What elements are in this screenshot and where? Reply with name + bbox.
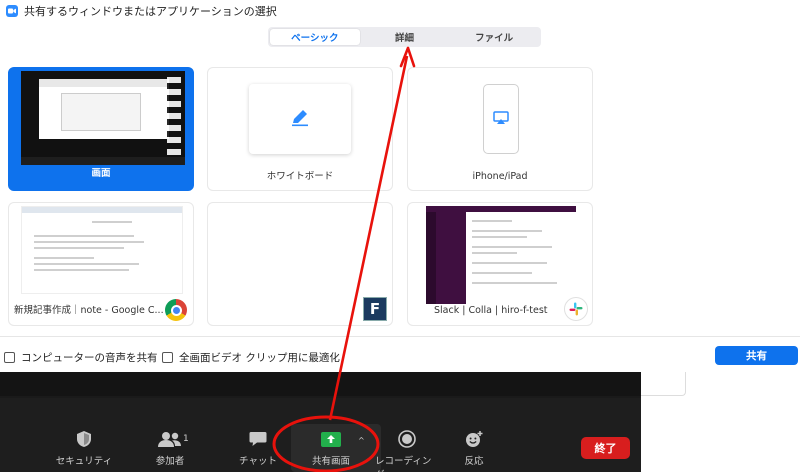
- card-whiteboard-label: ホワイトボード: [266, 171, 334, 182]
- tab-advanced[interactable]: 詳細: [360, 29, 450, 45]
- airplay-icon: [493, 110, 509, 129]
- phone-preview: [483, 84, 519, 154]
- card-whiteboard[interactable]: ホワイトボード: [207, 67, 393, 191]
- reactions-label: 反応: [464, 456, 484, 467]
- record-icon: [398, 430, 416, 448]
- chat-icon: [249, 430, 267, 448]
- chrome-icon: [165, 299, 187, 321]
- card-chrome-note[interactable]: 新規記事作成｜note - Google C...: [8, 202, 194, 326]
- screen-thumbnail: [21, 71, 185, 165]
- security-label: セキュリティ: [55, 456, 113, 467]
- card-slack[interactable]: Slack | Colla | hiro-f-test: [407, 202, 593, 326]
- record-button[interactable]: レコーディング: [375, 430, 439, 472]
- video-area: [0, 372, 641, 396]
- share-tabs: ベーシック 詳細 ファイル: [268, 27, 541, 47]
- share-arrow-icon: [321, 430, 341, 448]
- optimize-video-label: 全画面ビデオ クリップ用に最適化: [179, 352, 340, 364]
- reaction-icon: [464, 430, 484, 448]
- share-screen-label: 共有画面: [311, 456, 350, 467]
- card-screen[interactable]: 画面: [8, 67, 194, 191]
- participants-icon: [158, 430, 182, 448]
- security-button[interactable]: セキュリティ: [52, 430, 116, 467]
- share-audio-checkbox[interactable]: [4, 352, 15, 363]
- participants-button[interactable]: 参加者: [138, 430, 202, 467]
- slack-window-thumbnail: [426, 206, 576, 304]
- optimize-video-checkbox[interactable]: [162, 352, 173, 363]
- title-bar: 共有するウィンドウまたはアプリケーションの選択: [0, 0, 800, 22]
- share-audio-option[interactable]: コンピューターの音声を共有: [4, 350, 158, 365]
- tab-files[interactable]: ファイル: [449, 29, 539, 45]
- card-f-app[interactable]: F: [207, 202, 393, 326]
- pencil-icon: [289, 106, 311, 132]
- share-button[interactable]: 共有: [715, 346, 798, 365]
- f-app-icon: F: [363, 297, 387, 321]
- card-screen-label: 画面: [91, 168, 111, 179]
- whiteboard-preview: [249, 84, 351, 154]
- end-meeting-button[interactable]: 終了: [581, 437, 630, 459]
- slack-icon: [564, 297, 588, 321]
- share-audio-label: コンピューターの音声を共有: [21, 352, 158, 364]
- card-iphone-ipad[interactable]: iPhone/iPad: [407, 67, 593, 191]
- zoom-app-icon: [6, 5, 18, 17]
- record-label: レコーディング: [375, 456, 432, 472]
- chat-label: チャット: [239, 456, 277, 467]
- card-chrome-label: 新規記事作成｜note - Google C...: [14, 305, 164, 316]
- background-panel: [641, 372, 686, 396]
- share-options-caret[interactable]: ^: [358, 436, 365, 445]
- share-options-bar: コンピューターの音声を共有 全画面ビデオ クリップ用に最適化 共有: [0, 336, 800, 372]
- participants-label: 参加者: [155, 456, 185, 467]
- optimize-video-option[interactable]: 全画面ビデオ クリップ用に最適化: [162, 350, 340, 365]
- share-dialog-root: 共有するウィンドウまたはアプリケーションの選択 ベーシック 詳細 ファイル 画面…: [0, 0, 800, 472]
- share-screen-button[interactable]: 共有画面: [299, 430, 363, 467]
- chat-button[interactable]: チャット: [226, 430, 290, 467]
- tab-basic[interactable]: ベーシック: [270, 29, 360, 45]
- participants-count: 1: [183, 434, 189, 444]
- reactions-button[interactable]: 反応: [442, 430, 506, 467]
- card-iphone-label: iPhone/iPad: [472, 171, 528, 182]
- shield-icon: [76, 430, 92, 448]
- chrome-window-thumbnail: [21, 206, 183, 294]
- window-title: 共有するウィンドウまたはアプリケーションの選択: [24, 5, 277, 18]
